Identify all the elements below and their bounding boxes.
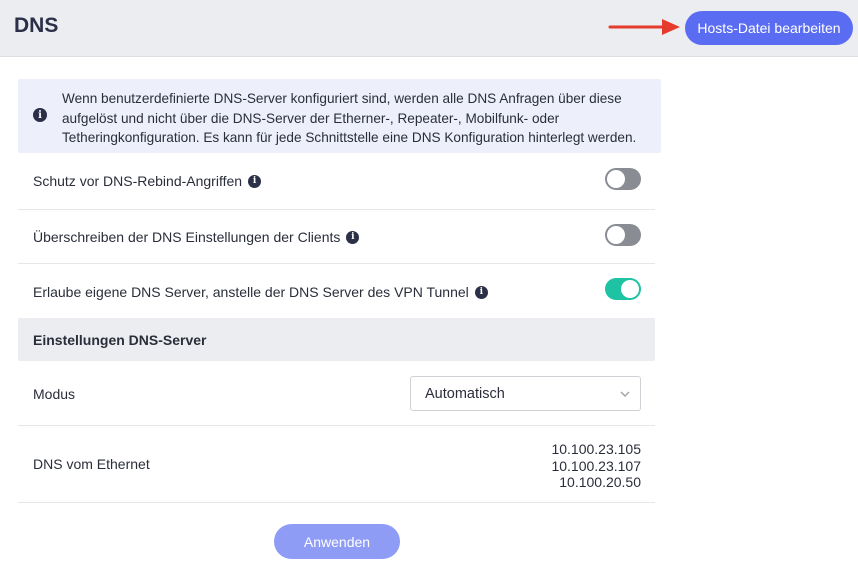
setting-label: Schutz vor DNS-Rebind-Angriffen i [33, 173, 262, 189]
toggle-override-client-dns[interactable] [605, 224, 641, 246]
section-title: Einstellungen DNS-Server [33, 332, 207, 348]
info-icon[interactable]: i [346, 230, 360, 244]
chevron-down-icon [620, 391, 630, 397]
page-title: DNS [14, 14, 59, 37]
toggle-dns-rebind[interactable] [605, 168, 641, 190]
info-icon[interactable]: i [474, 285, 488, 299]
setting-row-override-client-dns: Überschreiben der DNS Einstellungen der … [18, 210, 655, 264]
toggle-knob [607, 226, 625, 244]
setting-label-text: Schutz vor DNS-Rebind-Angriffen [33, 173, 243, 189]
toggle-knob [607, 170, 625, 188]
info-box: i Wenn benutzerdefinierte DNS-Server kon… [18, 79, 661, 153]
mode-select-value: Automatisch [425, 386, 505, 402]
dns-server-value: 10.100.20.50 [559, 474, 641, 490]
page-header: DNS Hosts-Datei bearbeiten [0, 0, 858, 57]
setting-label: Erlaube eigene DNS Server, anstelle der … [33, 284, 488, 300]
toggle-custom-dns-vpn[interactable] [605, 278, 641, 300]
apply-button[interactable]: Anwenden [274, 524, 400, 559]
dns-server-list: 10.100.23.105 10.100.23.107 10.100.20.50 [551, 441, 641, 491]
dns-server-value: 10.100.23.105 [551, 441, 641, 457]
mode-select[interactable]: Automatisch [410, 376, 641, 411]
setting-row-dns-rebind: Schutz vor DNS-Rebind-Angriffen i [18, 153, 655, 210]
setting-label-text: Überschreiben der DNS Einstellungen der … [33, 229, 341, 245]
dns-server-value: 10.100.23.107 [551, 457, 641, 474]
setting-label: Überschreiben der DNS Einstellungen der … [33, 229, 360, 245]
dns-server-section-header: Einstellungen DNS-Server [18, 318, 655, 361]
dns-ethernet-label: DNS vom Ethernet [33, 456, 150, 472]
mode-label: Modus [33, 386, 76, 402]
edit-hosts-file-button[interactable]: Hosts-Datei bearbeiten [685, 11, 853, 45]
info-circle-icon: i [33, 108, 47, 122]
info-text: Wenn benutzerdefinierte DNS-Server konfi… [62, 91, 637, 145]
info-icon[interactable]: i [248, 174, 262, 188]
toggle-knob [621, 280, 639, 298]
setting-row-custom-dns-vpn: Erlaube eigene DNS Server, anstelle der … [18, 264, 655, 318]
arrow-right-icon [608, 19, 680, 35]
setting-label-text: Erlaube eigene DNS Server, anstelle der … [33, 284, 469, 300]
